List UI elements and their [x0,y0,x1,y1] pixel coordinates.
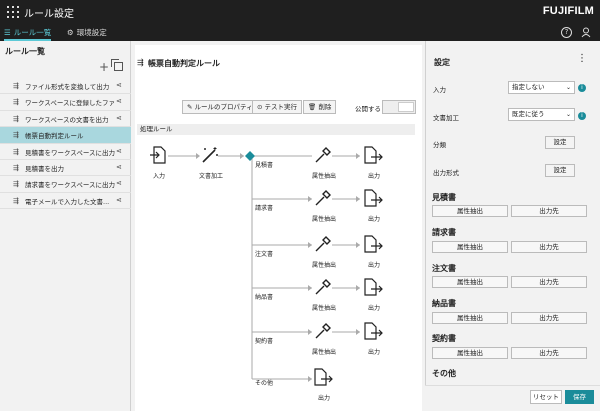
output-node[interactable] [364,235,384,255]
extract-node[interactable] [314,278,332,298]
input-select[interactable]: 指定しない ⌄ [508,81,575,94]
doc-process-select[interactable]: 既定に従う ⌄ [508,108,575,121]
destination-button[interactable]: 出力先 [511,241,587,253]
output-icon [364,322,383,340]
category-title: 納品書 [432,299,456,308]
output-node[interactable] [364,189,384,209]
classify-settings-button[interactable]: 設定 [545,136,575,149]
extract-button[interactable]: 属性抽出 [432,312,508,324]
extract-node[interactable] [314,146,332,166]
extract-button[interactable]: 属性抽出 [432,276,508,288]
reset-button[interactable]: リセット [530,390,562,404]
save-button[interactable]: 保存 [565,390,594,404]
output-format-settings-button[interactable]: 設定 [545,164,575,177]
chevron-down-icon: ⌄ [565,84,571,91]
category-title: 請求書 [432,228,456,237]
extract-button[interactable]: 属性抽出 [432,241,508,253]
destination-button[interactable]: 出力先 [511,276,587,288]
extract-node[interactable] [314,322,332,342]
info-icon[interactable]: i [578,84,586,92]
destination-button[interactable]: 出力先 [511,347,587,359]
input-node[interactable] [148,146,168,166]
destination-button[interactable]: 出力先 [511,312,587,324]
output-icon [364,235,383,253]
output-icon [364,278,383,296]
category-title: 注文書 [432,264,456,273]
info-icon[interactable]: i [578,112,586,120]
doc-process-node[interactable] [201,146,219,166]
output-icon [364,189,383,207]
chevron-down-icon: ⌄ [565,111,571,118]
magic-wand-icon [202,147,218,163]
more-menu-icon[interactable]: ⋮ [577,53,587,64]
category-title: その他 [432,369,456,378]
category-title: 見積書 [432,193,456,202]
dropper-icon [315,190,331,206]
extract-button[interactable]: 属性抽出 [432,347,508,359]
settings-title: 設定 [434,58,450,67]
output-node[interactable] [314,368,334,388]
branch-diamond [245,151,255,161]
output-node[interactable] [364,278,384,298]
extract-node[interactable] [314,189,332,209]
output-node[interactable] [364,322,384,342]
dropper-icon [315,323,331,339]
extract-node[interactable] [314,235,332,255]
destination-button[interactable]: 出力先 [511,205,587,217]
extract-button[interactable]: 属性抽出 [432,205,508,217]
category-title: 契約書 [432,334,456,343]
output-icon [314,368,333,386]
dropper-icon [315,236,331,252]
dropper-icon [315,147,331,163]
dropper-icon [315,279,331,295]
input-icon [150,146,166,164]
output-node[interactable] [364,146,384,166]
output-icon [364,146,383,164]
